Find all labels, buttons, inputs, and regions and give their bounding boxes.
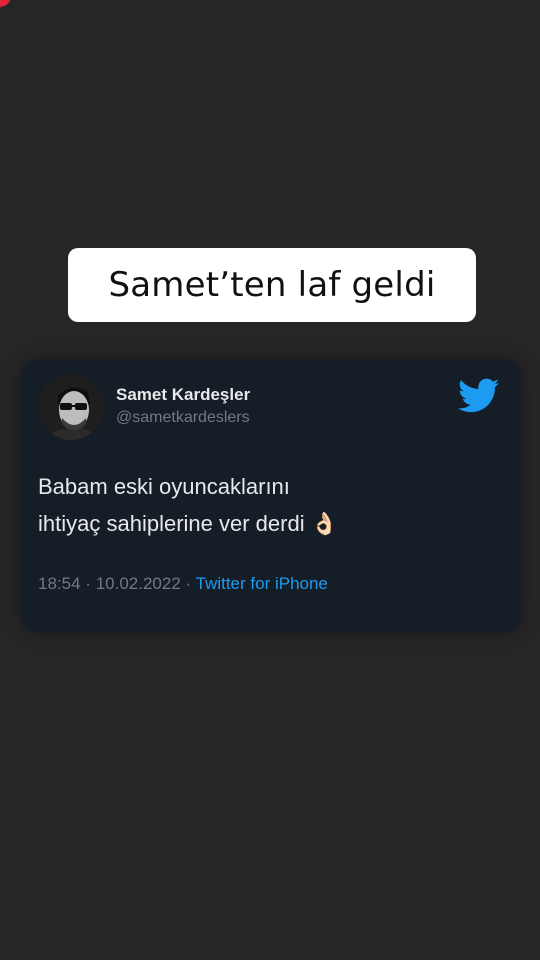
tweet-metadata: 18:54 · 10.02.2022 · Twitter for iPhone xyxy=(38,574,328,594)
meta-separator: · xyxy=(85,574,91,593)
avatar[interactable] xyxy=(38,374,104,440)
avatar-photo-icon xyxy=(38,374,104,440)
tweet-line-2: ihtiyaç sahiplerine ver derdi 👌🏻 xyxy=(38,505,498,543)
caption-text: Samet’ten laf geldi xyxy=(108,265,436,305)
twitter-bird-icon xyxy=(458,378,500,414)
tweet-date: 10.02.2022 xyxy=(95,574,181,593)
user-handle[interactable]: @sametkardeslers xyxy=(116,409,250,427)
tweet-card[interactable]: Samet Kardeşler @sametkardeslers Babam e… xyxy=(20,360,522,632)
meta-separator: · xyxy=(185,574,192,593)
tweet-line-1: Babam eski oyuncaklarını xyxy=(38,474,290,499)
tweet-source-link[interactable]: Twitter for iPhone xyxy=(196,574,328,593)
user-display-name[interactable]: Samet Kardeşler xyxy=(116,385,250,405)
corner-red-mark xyxy=(0,0,14,9)
tweet-time: 18:54 xyxy=(38,574,81,593)
ok-hand-emoji-icon: 👌🏻 xyxy=(310,512,338,537)
tweet-text: Babam eski oyuncaklarını ihtiyaç sahiple… xyxy=(38,468,498,543)
video-frame: Samet’ten laf geldi Samet Kardeşler @sam… xyxy=(0,0,540,960)
tweet-line-2-text: ihtiyaç sahiplerine ver derdi xyxy=(38,511,305,536)
caption-box: Samet’ten laf geldi xyxy=(68,248,476,322)
